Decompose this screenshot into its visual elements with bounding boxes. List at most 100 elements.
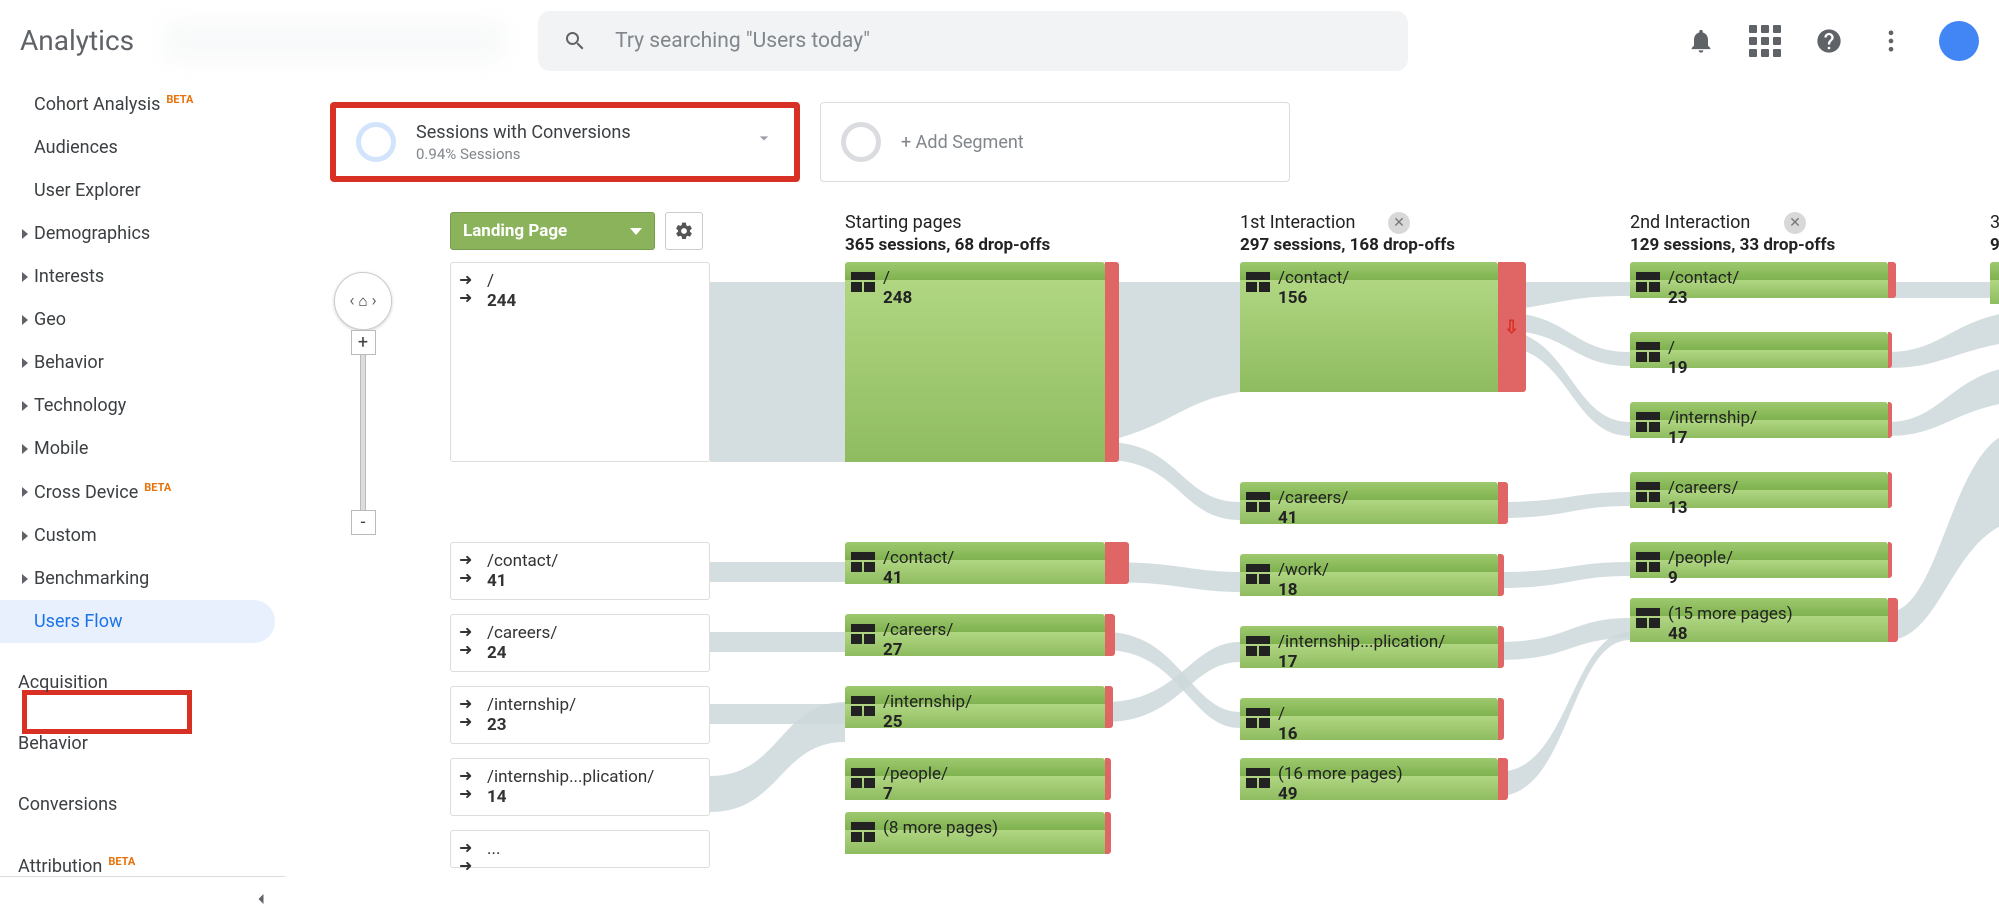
- help-icon[interactable]: [1815, 27, 1843, 55]
- sidebar-collapse[interactable]: [0, 876, 285, 920]
- sidebar-item-label: Demographics: [34, 223, 150, 244]
- sidebar-item-interests[interactable]: Interests: [0, 255, 285, 298]
- sidebar-item-geo[interactable]: Geo: [0, 298, 285, 341]
- caret-right-icon: [22, 487, 28, 497]
- flow-node[interactable]: /work/18: [1240, 554, 1498, 596]
- apps-icon[interactable]: [1749, 25, 1781, 57]
- main-content: Sessions with Conversions 0.94% Sessions…: [300, 82, 1999, 920]
- flow-node[interactable]: /careers/13: [1630, 472, 1888, 508]
- flow-node[interactable]: /contact/23: [1630, 262, 1888, 298]
- sidebar: Cohort AnalysisBETAAudiences User Explore…: [0, 82, 285, 920]
- page-icon: [1636, 412, 1660, 432]
- source-node[interactable]: ➜➜/internship/23: [450, 686, 710, 744]
- source-node[interactable]: ➜➜/careers/24: [450, 614, 710, 672]
- flow-node[interactable]: (16 more pages)49: [1240, 758, 1498, 800]
- page-icon: [1636, 552, 1660, 572]
- page-icon: [1246, 272, 1270, 292]
- sidebar-item-cross-device[interactable]: Cross DeviceBETA: [0, 470, 285, 514]
- segment-title: Sessions with Conversions: [416, 122, 631, 143]
- flow-node[interactable]: /contact/156⇩: [1240, 262, 1498, 392]
- flow-node[interactable]: /internship/25: [845, 686, 1105, 728]
- column-close-button[interactable]: ✕: [1784, 212, 1806, 234]
- sidebar-item-audiences[interactable]: Audiences: [0, 126, 285, 169]
- page-icon: [851, 552, 875, 572]
- zoom-control: ‹⌂› + -: [334, 272, 392, 535]
- flow-node[interactable]: /people/7: [845, 758, 1105, 800]
- dropoff-bar: [1498, 698, 1504, 740]
- sidebar-item-cohort-analysis[interactable]: Cohort AnalysisBETA: [0, 82, 285, 126]
- flow-canvas[interactable]: ‹⌂› + - Landing Page Starting pages365 s…: [330, 202, 1999, 922]
- segment-primary[interactable]: Sessions with Conversions 0.94% Sessions: [330, 102, 800, 182]
- flow-node[interactable]: /people/9: [1630, 542, 1888, 578]
- settings-button[interactable]: [665, 212, 703, 250]
- source-node[interactable]: ➜➜/contact/41: [450, 542, 710, 600]
- caret-right-icon: [22, 444, 28, 454]
- flow-node[interactable]: /contact/41: [845, 542, 1105, 584]
- flow-node[interactable]: /careers/27: [845, 614, 1105, 656]
- flow-node[interactable]: /248: [845, 262, 1105, 462]
- page-icon: [851, 768, 875, 788]
- sidebar-item-label: Behavior: [34, 352, 104, 373]
- column-close-button[interactable]: ✕: [1388, 212, 1410, 234]
- flow-node[interactable]: (8 more pages): [845, 812, 1105, 854]
- avatar[interactable]: [1939, 21, 1979, 61]
- sidebar-item-label: User Explorer: [34, 180, 141, 201]
- app-header: Analytics Try searching "Users today": [0, 0, 1999, 82]
- segment-subtitle: 0.94% Sessions: [416, 145, 631, 163]
- sidebar-item-label: Geo: [34, 309, 66, 330]
- dropoff-bar: [1105, 614, 1115, 656]
- segment-ring-icon: [356, 122, 396, 162]
- page-icon: [1636, 342, 1660, 362]
- flow-node[interactable]: /16: [1240, 698, 1498, 740]
- dimension-dropdown[interactable]: Landing Page: [450, 212, 655, 250]
- add-segment[interactable]: + Add Segment: [820, 102, 1290, 182]
- sidebar-section-acquisition[interactable]: Acquisition: [0, 661, 285, 704]
- column-header: Starting pages365 sessions, 68 drop-offs: [845, 212, 1050, 255]
- flow-node[interactable]: /internship/17: [1630, 402, 1888, 438]
- beta-badge: BETA: [108, 855, 135, 868]
- source-node[interactable]: ➜➜...: [450, 830, 710, 868]
- flow-node[interactable]: [1990, 262, 1999, 304]
- bell-icon[interactable]: [1687, 27, 1715, 55]
- page-icon: [1636, 272, 1660, 292]
- dropoff-bar: [1105, 262, 1119, 462]
- sidebar-item-benchmarking[interactable]: Benchmarking: [0, 557, 285, 600]
- more-vert-icon[interactable]: [1877, 27, 1905, 55]
- sidebar-item-custom[interactable]: Custom: [0, 514, 285, 557]
- source-node[interactable]: ➜➜/internship...plication/14: [450, 758, 710, 816]
- source-node[interactable]: ➜➜/244: [450, 262, 710, 462]
- arrow-out-icon: ➜: [459, 640, 472, 659]
- dropoff-bar: [1498, 482, 1508, 524]
- page-icon: [851, 624, 875, 644]
- flow-node[interactable]: /internship...plication/17: [1240, 626, 1498, 668]
- dropoff-bar: [1105, 686, 1113, 728]
- flow-node[interactable]: /19: [1630, 332, 1888, 368]
- sidebar-item-mobile[interactable]: Mobile: [0, 427, 285, 470]
- property-selector[interactable]: [164, 21, 504, 61]
- arrow-out-icon: ➜: [459, 712, 472, 731]
- dropoff-bar: [1498, 626, 1504, 668]
- sidebar-item-label: Users Flow: [34, 611, 122, 632]
- arrow-out-icon: ➜: [459, 856, 472, 875]
- page-icon: [851, 822, 875, 842]
- search-placeholder: Try searching "Users today": [615, 29, 870, 53]
- sidebar-item-behavior[interactable]: Behavior: [0, 341, 285, 384]
- zoom-in-button[interactable]: +: [351, 330, 376, 355]
- zoom-track[interactable]: [360, 355, 366, 510]
- sidebar-item-demographics[interactable]: Demographics: [0, 212, 285, 255]
- caret-right-icon: [22, 229, 28, 239]
- search-bar[interactable]: Try searching "Users today": [538, 11, 1408, 71]
- sidebar-item-technology[interactable]: Technology: [0, 384, 285, 427]
- dropoff-bar: [1888, 542, 1892, 578]
- segment-ring-empty-icon: [841, 122, 881, 162]
- flow-node[interactable]: (15 more pages)48: [1630, 598, 1888, 642]
- zoom-out-button[interactable]: -: [351, 510, 376, 535]
- home-button[interactable]: ‹⌂›: [334, 272, 392, 330]
- sidebar-section-conversions[interactable]: Conversions: [0, 783, 285, 826]
- sidebar-item-user-explorer[interactable]: User Explorer: [0, 169, 285, 212]
- sidebar-section-behavior[interactable]: Behavior: [0, 722, 285, 765]
- flow-node[interactable]: /careers/41: [1240, 482, 1498, 524]
- sidebar-item-label: Mobile: [34, 438, 88, 459]
- header-actions: [1687, 21, 1979, 61]
- sidebar-item-users-flow[interactable]: Users Flow: [0, 600, 275, 643]
